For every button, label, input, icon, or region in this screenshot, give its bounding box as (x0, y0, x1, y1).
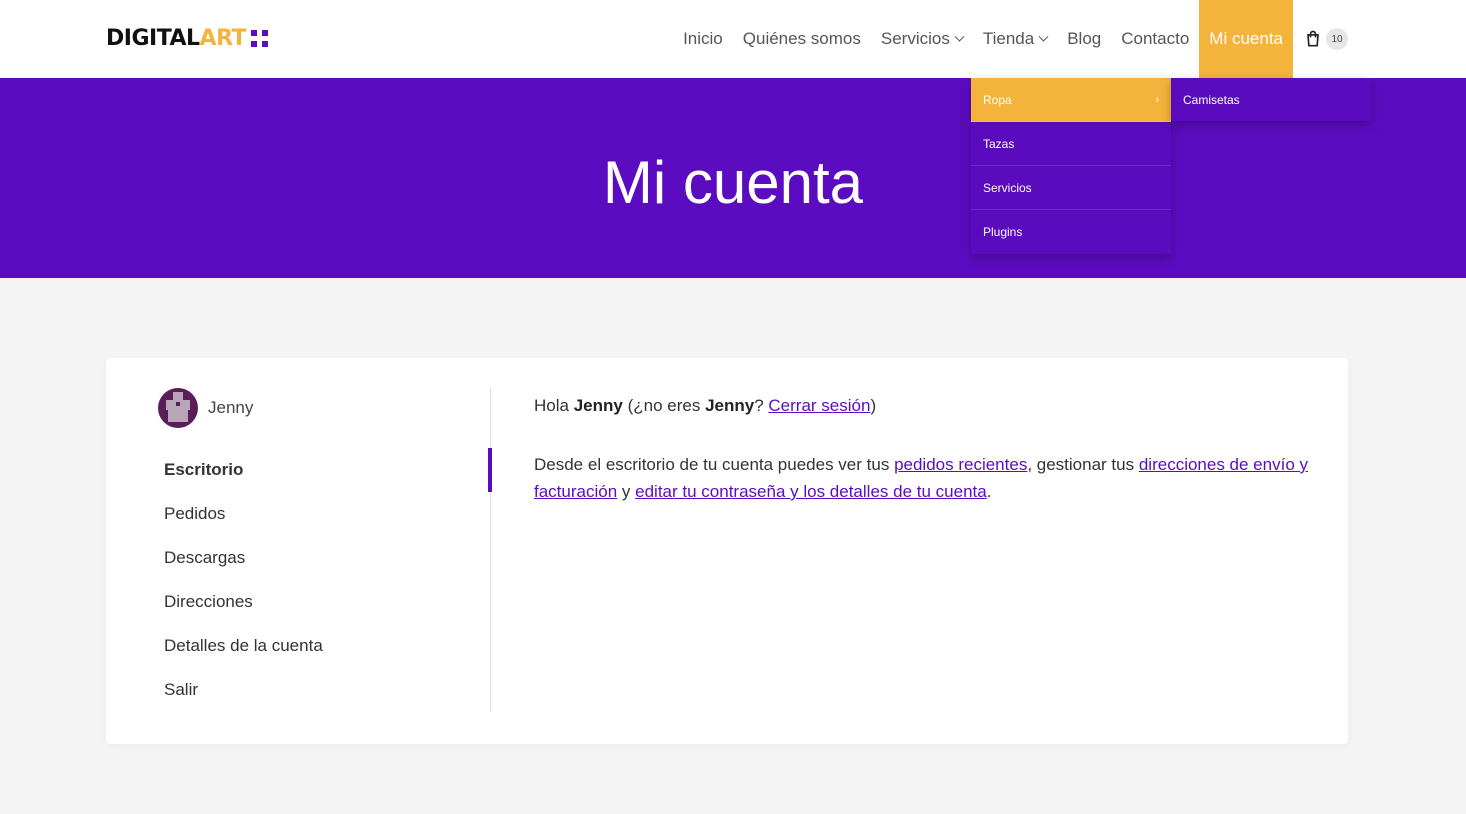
nav-label: Mi cuenta (1209, 29, 1283, 48)
chevron-right-icon: › (1155, 93, 1159, 106)
greeting-text: ? (754, 396, 764, 415)
nav-label: Inicio (683, 29, 723, 48)
menu-item-escritorio[interactable]: Escritorio (158, 448, 492, 492)
menu-item-descargas[interactable]: Descargas (158, 536, 490, 580)
intro-text: y (621, 482, 631, 501)
nav-inicio[interactable]: Inicio (673, 0, 733, 78)
main-nav: Inicio Quiénes somos Servicios Tienda Bl… (673, 0, 1348, 78)
menu-item-pedidos[interactable]: Pedidos (158, 492, 490, 536)
dropdown-label: Ropa (983, 92, 1012, 107)
account-details-link[interactable]: editar tu contraseña y los detalles de t… (635, 482, 987, 501)
shopping-bag-icon (1307, 30, 1319, 47)
intro-text: Desde el escritorio de tu cuenta puedes … (534, 455, 890, 474)
greeting-text: (¿no eres (627, 396, 701, 415)
submenu-label: Camisetas (1183, 92, 1240, 107)
menu-item-direcciones[interactable]: Direcciones (158, 580, 490, 624)
nav-label: Blog (1067, 29, 1102, 48)
intro-paragraph: Desde el escritorio de tu cuenta puedes … (534, 451, 1314, 505)
nav-label: Contacto (1121, 29, 1190, 48)
username: Jenny (208, 398, 254, 417)
dropdown-item-servicios[interactable]: Servicios (971, 166, 1171, 210)
account-menu: Escritorio Pedidos Descargas Direcciones… (158, 448, 492, 712)
greeting-name: Jenny (705, 396, 755, 415)
nav-label: Tienda (982, 29, 1035, 48)
chevron-down-icon (954, 31, 965, 42)
nav-label: Servicios (880, 29, 950, 48)
nav-mi-cuenta[interactable]: Mi cuenta (1199, 0, 1293, 78)
site-header: DIGITAL ART Inicio Quiénes somos Servicio… (0, 0, 1466, 78)
intro-text: . (986, 482, 992, 501)
avatar (158, 388, 198, 428)
account-sidebar: Jenny Escritorio Pedidos Descargas Direc… (158, 388, 492, 712)
recent-orders-link[interactable]: pedidos recientes (894, 455, 1027, 474)
logo-text-art: ART (199, 25, 247, 51)
intro-text: , gestionar tus (1027, 455, 1135, 474)
dropdown-item-ropa[interactable]: Ropa › (971, 78, 1171, 122)
menu-item-salir[interactable]: Salir (158, 668, 490, 712)
dropdown-label: Tazas (983, 136, 1015, 151)
greeting-text: Hola (534, 396, 569, 415)
nav-tienda[interactable]: Tienda (973, 0, 1057, 78)
page-title: Mi cuenta (602, 149, 864, 216)
chevron-down-icon (1038, 31, 1049, 42)
account-content: Hola Jenny (¿no eres Jenny? Cerrar sesió… (534, 392, 1314, 537)
nav-quienes-somos[interactable]: Quiénes somos (733, 0, 871, 78)
site-logo[interactable]: DIGITAL ART (106, 25, 269, 51)
dropdown-label: Plugins (983, 225, 1023, 239)
user-info: Jenny (158, 388, 490, 428)
tienda-dropdown: Ropa › Tazas Servicios Plugins (971, 78, 1171, 254)
account-card: Jenny Escritorio Pedidos Descargas Direc… (106, 358, 1348, 744)
submenu-item-camisetas[interactable]: Camisetas (1171, 78, 1371, 121)
dropdown-item-tazas[interactable]: Tazas (971, 122, 1171, 166)
menu-item-detalles[interactable]: Detalles de la cuenta (158, 624, 490, 668)
logo-text-digital: DIGITAL (106, 25, 200, 51)
greeting-name: Jenny (573, 396, 623, 415)
logo-dots-icon (251, 29, 269, 47)
nav-servicios[interactable]: Servicios (871, 0, 973, 78)
dropdown-label: Servicios (983, 180, 1032, 195)
logout-link[interactable]: Cerrar sesión (768, 396, 870, 415)
cart-count-badge: 10 (1326, 28, 1348, 50)
greeting-text: ) (870, 396, 877, 415)
cart-button[interactable]: 10 (1299, 0, 1348, 78)
nav-label: Quiénes somos (742, 29, 861, 48)
nav-contacto[interactable]: Contacto (1111, 0, 1199, 78)
greeting-paragraph: Hola Jenny (¿no eres Jenny? Cerrar sesió… (534, 392, 1314, 419)
nav-blog[interactable]: Blog (1057, 0, 1111, 78)
dropdown-item-plugins[interactable]: Plugins (971, 210, 1171, 254)
